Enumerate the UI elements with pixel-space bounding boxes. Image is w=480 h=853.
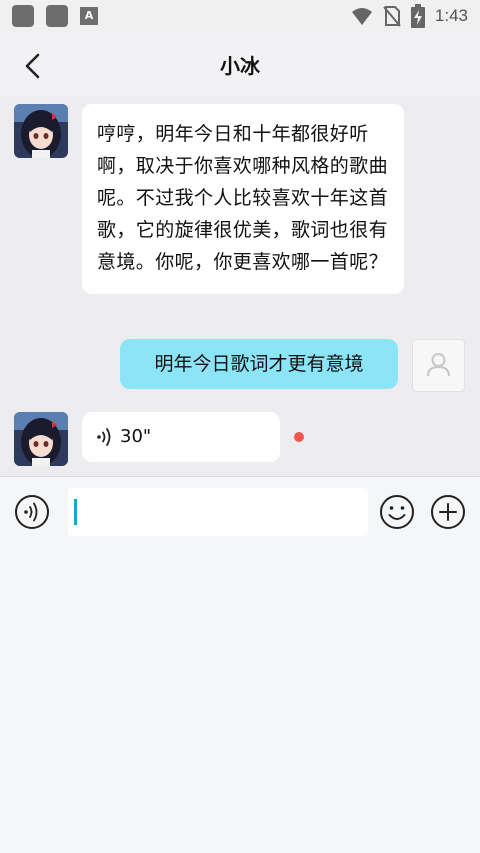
unread-dot [294, 432, 304, 442]
voice-duration: 30" [120, 426, 152, 447]
voice-mode-icon [15, 495, 49, 529]
anime-girl-avatar-icon [14, 104, 68, 158]
anime-girl-avatar-icon [14, 412, 68, 466]
emoji-icon [380, 495, 414, 529]
input-bar [0, 476, 480, 549]
emoji-button[interactable] [379, 494, 415, 530]
a-icon: A [80, 7, 98, 25]
voice-mode-button[interactable] [14, 494, 50, 530]
status-bar: A 1:43 [0, 0, 480, 32]
user-placeholder-icon [427, 353, 450, 377]
page-title: 小冰 [220, 54, 260, 78]
voice-message-bubble[interactable]: 30" [82, 412, 280, 462]
status-left-icons: A [12, 5, 98, 27]
app-notification-icon [46, 5, 68, 27]
bot-message-bubble[interactable]: 哼哼，明年今日和十年都很好听啊，取决于你喜欢哪种风格的歌曲呢。不过我个人比较喜欢… [82, 104, 404, 294]
wifi-icon [351, 8, 372, 25]
user-message-bubble[interactable]: 明年今日歌词才更有意境 [120, 339, 398, 389]
header: 小冰 [0, 32, 480, 96]
no-sim-icon [383, 6, 401, 27]
bot-avatar[interactable] [14, 104, 68, 158]
plus-icon [431, 495, 465, 529]
user-avatar[interactable] [412, 339, 465, 392]
status-time: 1:43 [434, 6, 468, 25]
app-notification-icon [12, 5, 34, 27]
add-button[interactable] [430, 494, 466, 530]
message-input[interactable] [68, 488, 368, 536]
keyboard-area [0, 548, 480, 853]
sound-wave-icon [97, 428, 111, 446]
bot-avatar[interactable] [14, 412, 68, 466]
status-right-icons: 1:43 [351, 4, 468, 28]
text-cursor [74, 499, 77, 525]
battery-charging-icon [410, 4, 425, 28]
